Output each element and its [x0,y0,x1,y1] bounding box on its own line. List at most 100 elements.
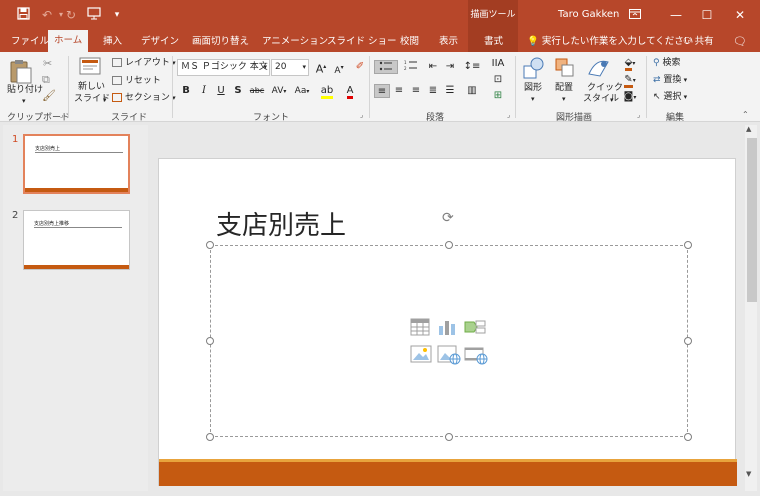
tab-insert[interactable]: 挿入 [103,33,122,52]
select-button[interactable]: ↖ 選択 ▾ [653,92,687,103]
grow-font-button[interactable]: A▴ [313,60,329,76]
paste-dropdown-icon[interactable]: ▾ [22,96,26,107]
distributed-icon[interactable]: ☰ [442,84,458,98]
numbering-icon[interactable]: 12 [400,60,422,74]
tab-design[interactable]: デザイン [141,33,179,52]
quick-styles-dropdown-icon[interactable]: ▾ [610,95,614,106]
new-slide-icon[interactable] [78,56,102,81]
redo-icon[interactable]: ↻ [62,7,80,23]
resize-handle[interactable] [445,433,453,441]
start-from-beginning-icon[interactable] [85,7,103,24]
arrange-icon[interactable] [553,56,577,83]
shape-outline-button[interactable]: ✎▾ [618,73,642,88]
resize-handle[interactable] [684,433,692,441]
find-button[interactable]: ⚲ 検索 [653,58,680,69]
align-text-icon[interactable]: ⊡ [488,73,508,87]
section-button[interactable]: セクション ▾ [112,93,176,104]
justify-icon[interactable]: ≣ [425,84,441,98]
tab-review[interactable]: 校閲 [400,33,419,52]
text-direction-icon[interactable]: IIA [488,57,508,71]
drawing-launcher-icon[interactable]: ⌟ [637,111,640,119]
smartart-icon[interactable]: ⊞ [488,89,508,103]
replace-button[interactable]: ⇄ 置換 ▾ [653,75,687,86]
paste-label[interactable]: 貼り付け [7,85,43,96]
resize-handle[interactable] [684,337,692,345]
comments-icon[interactable]: 🗨 [733,33,747,52]
arrange-dropdown-icon[interactable]: ▾ [562,94,566,105]
shrink-font-button[interactable]: A▾ [331,61,347,76]
save-icon[interactable] [14,7,32,24]
decrease-indent-icon[interactable]: ⇤ [425,60,441,74]
increase-indent-icon[interactable]: ⇥ [442,60,458,74]
resize-handle[interactable] [206,241,214,249]
slide-thumbnail-2[interactable]: 支店別売上推移 [23,210,130,270]
shadow-button[interactable]: S [230,84,246,98]
resize-handle[interactable] [206,337,214,345]
font-name-dropdown[interactable]: ＭＳ Ｐゴシック 本文 ▾ [177,59,270,76]
align-right-icon[interactable]: ≡ [408,84,424,98]
tab-slideshow[interactable]: スライド ショー [327,33,397,52]
tab-animations[interactable]: アニメーション [262,33,328,52]
arrange-label[interactable]: 配置 [555,83,573,94]
align-center-icon[interactable]: ≡ [391,84,407,98]
close-icon[interactable]: ✕ [725,5,755,25]
maximize-icon[interactable]: ☐ [692,5,722,25]
cut-icon[interactable]: ✂ [43,57,52,70]
character-spacing-button[interactable]: AV▾ [268,84,290,98]
bold-button[interactable]: B [178,84,194,98]
minimize-icon[interactable]: — [661,5,691,25]
insert-video-icon[interactable] [464,345,488,368]
change-case-button[interactable]: Aa▾ [290,84,314,98]
new-slide-dropdown-icon[interactable]: ▾ [103,95,107,106]
shape-effects-button[interactable]: ◙▾ [618,90,642,104]
slide-title[interactable]: 支店別売上 [216,205,346,242]
rotate-handle-icon[interactable]: ⟳ [442,211,454,225]
italic-button[interactable]: I [196,84,212,98]
shapes-label[interactable]: 図形 [524,83,542,94]
underline-button[interactable]: U [213,84,229,98]
clear-formatting-icon[interactable]: ✐ [352,60,368,74]
resize-handle[interactable] [445,241,453,249]
shapes-icon[interactable] [522,56,546,83]
font-size-dropdown[interactable]: 20 ▾ [271,59,309,76]
resize-handle[interactable] [206,433,214,441]
strikethrough-button[interactable]: abc [247,84,267,98]
shapes-dropdown-icon[interactable]: ▾ [531,94,535,105]
resize-handle[interactable] [684,241,692,249]
shape-fill-button[interactable]: ⬙▾ [618,56,642,71]
insert-online-picture-icon[interactable] [437,345,461,368]
font-launcher-icon[interactable]: ⌟ [360,111,363,119]
collapse-ribbon-icon[interactable]: ⌃ [742,110,749,119]
user-name[interactable]: Taro Gakken [558,9,619,20]
scroll-up-icon[interactable]: ▲ [746,125,751,133]
tab-transitions[interactable]: 画面切り替え [192,33,249,52]
tab-format[interactable]: 書式 [484,33,503,52]
new-slide-label-1[interactable]: 新しい [78,82,105,93]
paste-button[interactable] [8,58,34,87]
share-button[interactable]: ⚇ 共有 [683,33,714,52]
tab-file[interactable]: ファイル [11,33,49,52]
bullets-button[interactable] [374,60,398,74]
scrollbar-thumb[interactable] [747,138,757,302]
tell-me-box[interactable]: 💡 実行したい作業を入力してください [527,33,693,52]
insert-table-icon[interactable] [410,318,430,339]
highlight-color-button[interactable]: ab [317,84,337,99]
clipboard-launcher-icon[interactable]: ⌟ [60,111,63,119]
line-spacing-icon[interactable]: ↕≡ [461,60,483,74]
slide-thumbnail-1[interactable]: 支店別売上 [23,134,130,194]
reset-button[interactable]: リセット [112,76,161,87]
quick-styles-icon[interactable] [586,56,612,83]
tab-home[interactable]: ホーム [48,30,89,53]
ribbon-display-options-icon[interactable] [620,5,650,25]
copy-icon[interactable]: ⧉ [42,73,50,87]
columns-icon[interactable]: ▥ [461,84,483,98]
customize-qat-icon[interactable]: ▾ [108,7,126,23]
font-color-button[interactable]: A [340,84,360,99]
content-placeholder[interactable] [210,245,688,437]
tab-view[interactable]: 表示 [439,33,458,52]
format-painter-icon[interactable]: 🖌 [42,89,56,102]
align-left-icon[interactable]: ≡ [374,84,390,98]
insert-smartart-icon[interactable] [464,318,486,339]
insert-picture-icon[interactable] [410,345,432,368]
scroll-down-icon[interactable]: ▼ [746,470,751,478]
